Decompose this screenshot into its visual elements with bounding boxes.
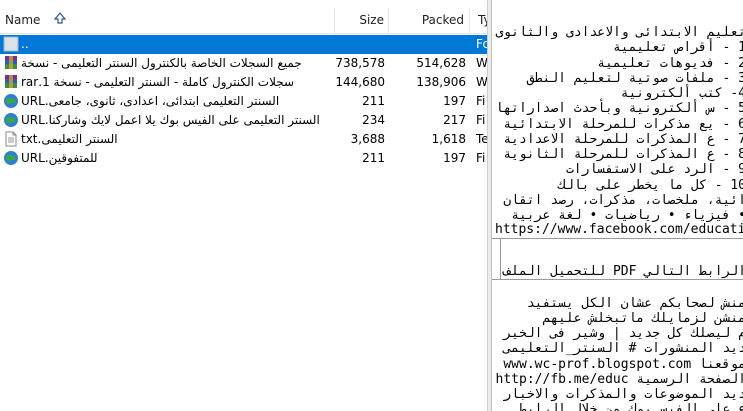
preview-line: 7 - ع المذكرات للمرحلة الاعدادية	[503, 132, 743, 147]
preview-line: الصفحة الرسمية http://fb.me/educ	[495, 372, 743, 387]
file-name: ..	[21, 37, 29, 51]
table-row[interactable]: سجلات الكنترول كاملة - السنتر التعليمى -…	[0, 73, 487, 92]
column-header-type-label: Ty	[478, 13, 487, 27]
column-header-size[interactable]: Size	[335, 8, 389, 33]
preview-line: ديد الموضوعات والمذكرات والاخبار	[503, 387, 743, 402]
file-type: Fi	[476, 151, 486, 165]
preview-line: ائية، ملخصات، مذكرات، رصد اتقان	[503, 193, 743, 208]
table-row[interactable]: .. Fo	[0, 35, 487, 54]
preview-line: 4- كتب ألكترونية	[620, 86, 743, 101]
preview-line: منش لصحابكم عشان الكل يستفيد	[526, 296, 743, 311]
table-row[interactable]: السنتر التعليمى ابتدائى، اعدادى، ثانوى، …	[0, 92, 487, 111]
text-preview-pane[interactable]: تعليم الابتدائى والاعدادى والثانوى 1 - أ…	[491, 0, 743, 411]
preview-line: 10 - كل ما يخطر على بالك	[558, 178, 743, 193]
table-row[interactable]: جميع السجلات الخاصة بالكنترول السنتر الت…	[0, 54, 487, 73]
internet-shortcut-icon	[3, 150, 19, 166]
file-packed	[393, 35, 466, 54]
file-list: .. Fo جميع السجلات الخاصة بالكنترول السن…	[0, 35, 487, 168]
preview-line: الرابط التالي PDF للتحميل الملف	[503, 264, 743, 279]
file-size: 3,688	[350, 132, 385, 146]
file-packed: 197	[443, 151, 466, 165]
file-type: Fo	[476, 37, 487, 51]
preview-line: 1 - أقراص تعليمية	[612, 40, 743, 55]
file-type: W	[476, 75, 487, 89]
file-packed: 197	[443, 94, 466, 108]
folder-icon	[3, 36, 19, 52]
file-size: 144,680	[335, 75, 385, 89]
file-type: W	[476, 56, 487, 70]
file-type: Fi	[476, 113, 486, 127]
preview-line: ع على الفيس بوك من خلال الرابط	[519, 402, 743, 411]
sort-ascending-icon	[53, 8, 67, 33]
preview-line: 5 - س ألكترونية وبأحدث اصداراتها	[495, 101, 743, 116]
preview-line: 9 - الرد على الاستفسارات	[565, 162, 743, 177]
preview-separator	[492, 238, 743, 239]
file-packed: 1,618	[431, 132, 466, 146]
column-header-packed[interactable]: Packed	[390, 8, 470, 33]
file-packed: 138,906	[416, 75, 466, 89]
rar-archive-icon	[3, 55, 19, 71]
table-row[interactable]: للمتفوقين.URL 211 197 Fi	[0, 149, 487, 168]
rar-archive-icon	[3, 74, 19, 90]
file-type: Te	[476, 132, 487, 146]
preview-line: م ليصلك كل جديد | وشير فى الخير	[503, 326, 743, 341]
preview-line: 8 - ع المذكرات للمرحلة الثانوية	[503, 147, 743, 162]
file-size: 738,578	[335, 56, 385, 70]
preview-line: موقعنا www.wc-prof.blogspot.com	[503, 357, 743, 372]
preview-separator	[500, 238, 501, 279]
column-header-name-label: Name	[5, 13, 41, 27]
file-size: 211	[362, 94, 385, 108]
preview-line: ديد المنشورات # السنتر_التعليمى	[503, 341, 743, 356]
table-row[interactable]: السنتر التعليمى على الفيس بوك يلا اعمل ل…	[0, 111, 487, 130]
preview-line: 3 - ملفات صوتية لتعليم النطق	[526, 71, 743, 86]
table-row[interactable]: السنتر التعليمى.txt 3,688 1,618 Te	[0, 130, 487, 149]
file-name: للمتفوقين.URL	[21, 151, 98, 165]
preview-line: 6 - يع مذكرات للمرحلة الابتدائية	[503, 117, 743, 132]
file-size	[334, 35, 385, 54]
preview-line: تعليم الابتدائى والاعدادى والثانوى	[495, 25, 743, 40]
internet-shortcut-icon	[3, 112, 19, 128]
file-packed: 514,628	[416, 56, 466, 70]
file-list-panel: Name Size Packed Ty .. Fo	[0, 0, 487, 411]
column-header-size-label: Size	[359, 13, 384, 27]
preview-line: 2 - فديوهات تعليمية	[597, 56, 743, 71]
internet-shortcut-icon	[3, 93, 19, 109]
column-header-name[interactable]: Name	[0, 8, 335, 33]
file-name: السنتر التعليمى ابتدائى، اعدادى، ثانوى، …	[21, 94, 280, 108]
file-type: Fi	[476, 94, 486, 108]
file-name: جميع السجلات الخاصة بالكنترول السنتر الت…	[21, 56, 302, 70]
column-header-type[interactable]: Ty	[475, 8, 487, 33]
text-file-icon	[3, 131, 19, 147]
preview-line: منشن لزمايلك ماتبخلش عليهم	[542, 311, 743, 326]
file-name: سجلات الكنترول كاملة - السنتر التعليمى -…	[21, 75, 295, 89]
column-header-packed-label: Packed	[421, 13, 464, 27]
preview-url: https://www.facebook.com/educati	[495, 222, 743, 237]
file-name: السنتر التعليمى على الفيس بوك يلا اعمل ل…	[21, 113, 320, 127]
file-packed: 217	[443, 113, 466, 127]
column-header-bar: Name Size Packed Ty	[0, 8, 487, 34]
file-size: 234	[362, 113, 385, 127]
preview-line: • فيزياء • رياضيات • لغة عربية	[511, 208, 743, 223]
file-name: السنتر التعليمى.txt	[21, 132, 118, 146]
file-size: 211	[362, 151, 385, 165]
